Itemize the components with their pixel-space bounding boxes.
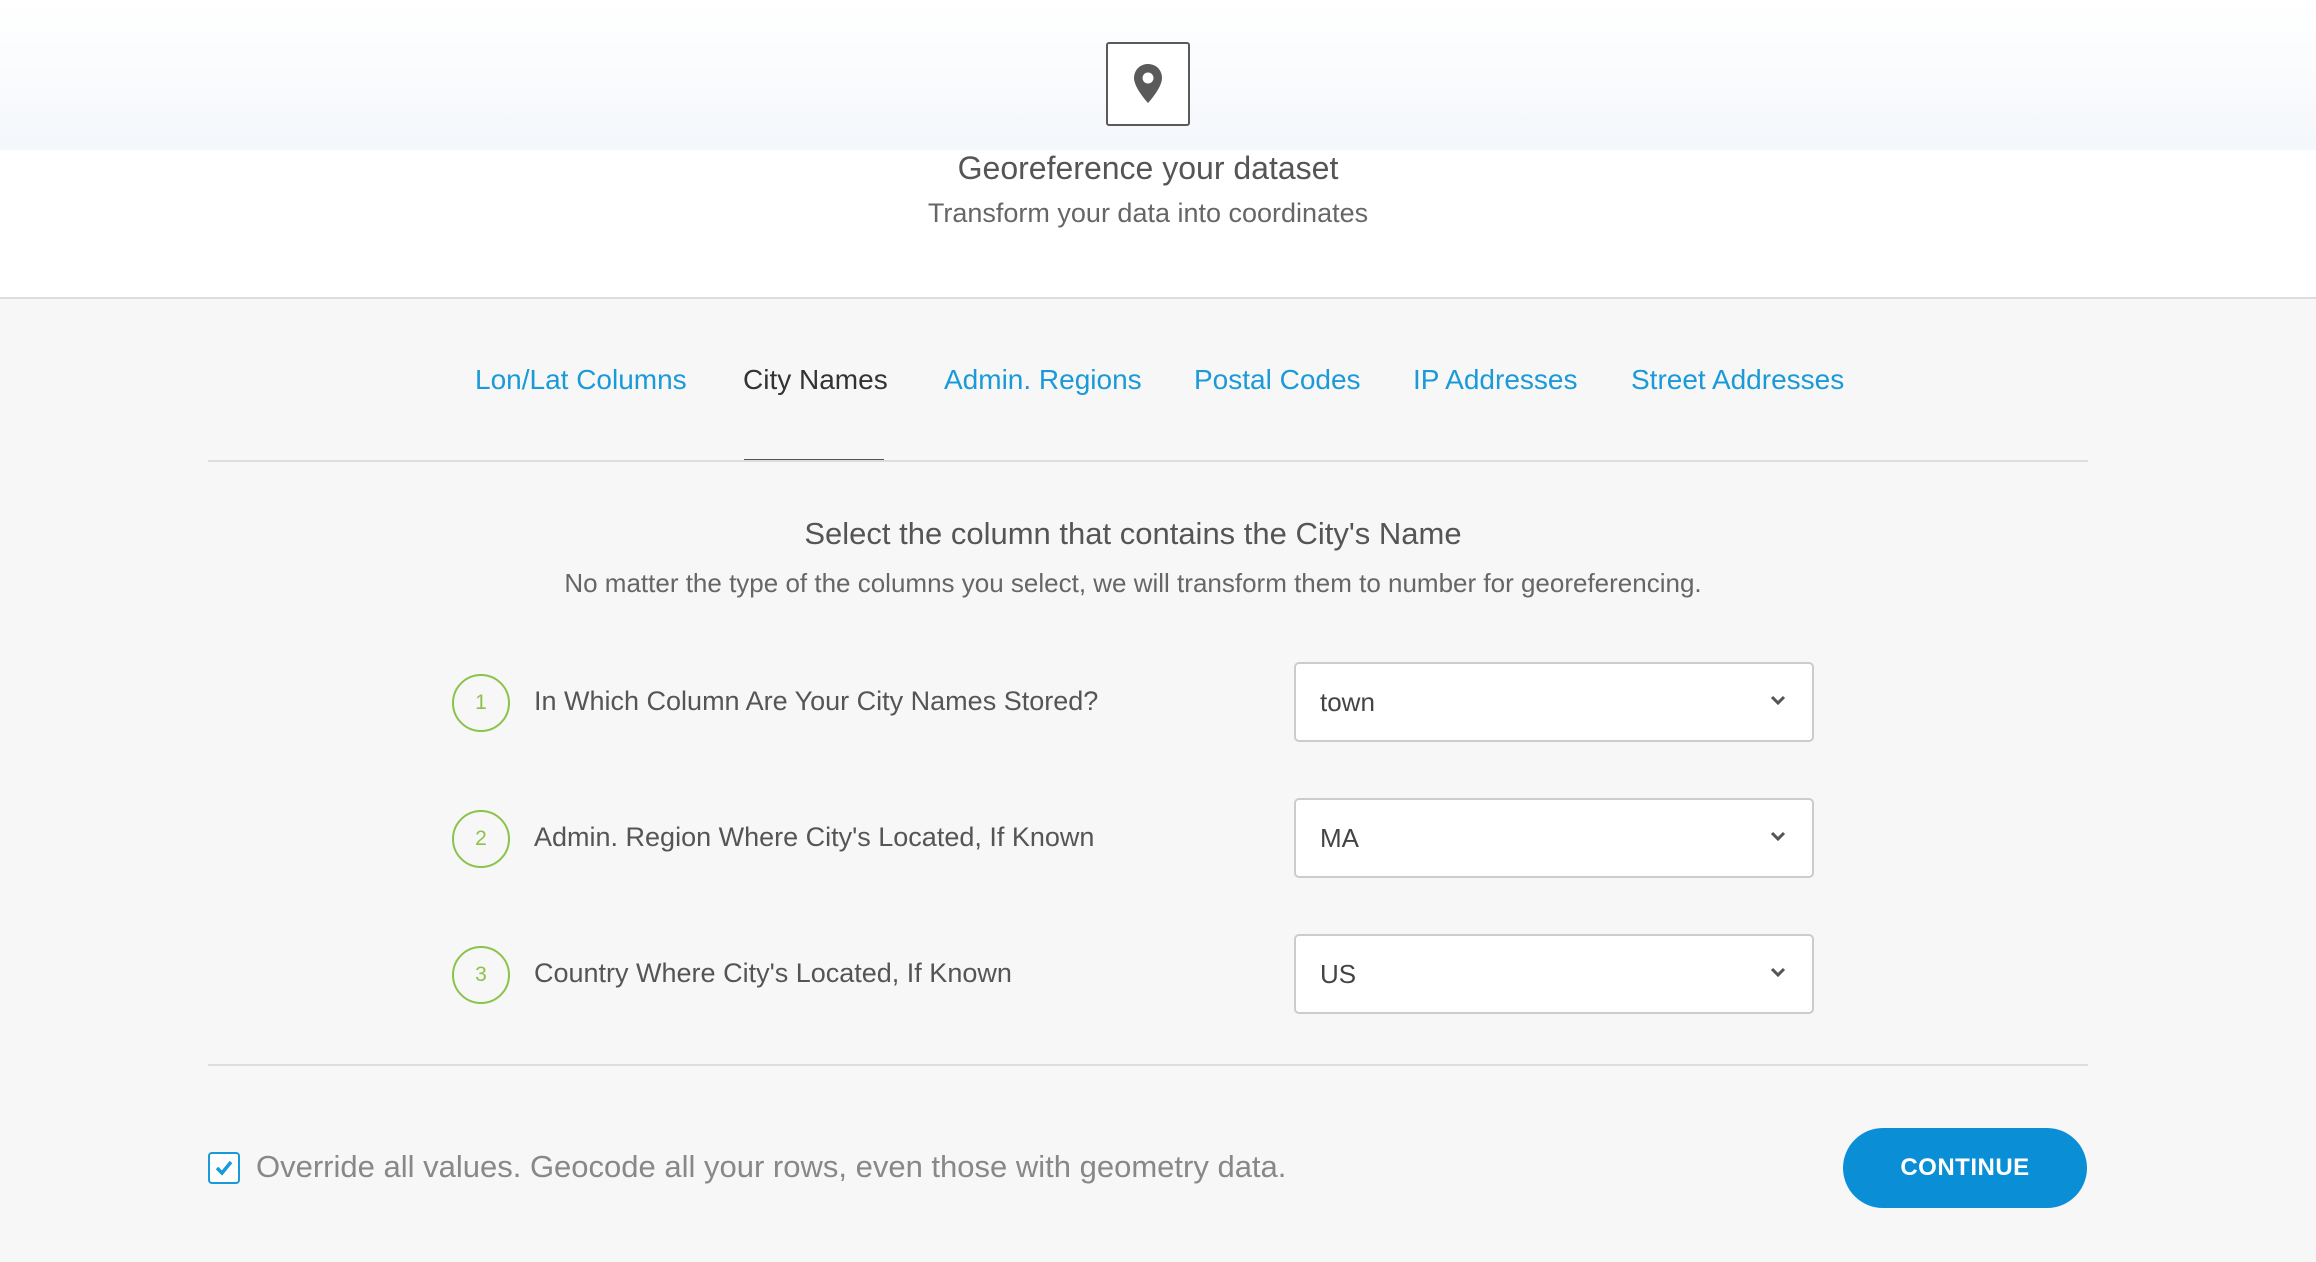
tab-postal-codes[interactable]: Postal Codes (1194, 360, 1361, 400)
section-title: Select the column that contains the City… (804, 516, 1462, 551)
tab-city-names[interactable]: City Names (743, 360, 888, 400)
header-title: Georeference your dataset (957, 150, 1339, 186)
select-value: town (1320, 687, 1375, 717)
map-pin-icon (1106, 42, 1190, 126)
city-column-select[interactable]: town (1294, 662, 1814, 742)
checkmark-icon (215, 1160, 233, 1176)
step-number: 2 (452, 810, 510, 868)
step-number: 3 (452, 946, 510, 1004)
header-subtitle: Transform your data into coordinates (927, 198, 1369, 228)
tabs-divider (208, 460, 2088, 462)
continue-button[interactable]: CONTINUE (1843, 1128, 2087, 1208)
section-subtitle: No matter the type of the columns you se… (564, 568, 1702, 598)
admin-region-select[interactable]: MA (1294, 798, 1814, 878)
tab-admin-regions[interactable]: Admin. Regions (944, 360, 1142, 400)
step-label: Country Where City's Located, If Known (534, 958, 1012, 988)
country-select[interactable]: US (1294, 934, 1814, 1014)
override-checkbox[interactable] (208, 1152, 240, 1184)
chevron-down-icon (1770, 695, 1786, 706)
tab-ip-addresses[interactable]: IP Addresses (1413, 360, 1577, 400)
tab-street-addresses[interactable]: Street Addresses (1631, 360, 1844, 400)
override-label: Override all values. Geocode all your ro… (256, 1149, 1287, 1184)
chevron-down-icon (1770, 831, 1786, 842)
tab-lon-lat-columns[interactable]: Lon/Lat Columns (475, 360, 687, 400)
step-label: In Which Column Are Your City Names Stor… (534, 686, 1099, 716)
footer-divider (208, 1064, 2088, 1066)
step-label: Admin. Region Where City's Located, If K… (534, 822, 1095, 852)
chevron-down-icon (1770, 967, 1786, 978)
modal-header: Georeference your dataset Transform your… (0, 0, 2316, 299)
step-number: 1 (452, 674, 510, 732)
select-value: US (1320, 959, 1357, 989)
select-value: MA (1320, 823, 1359, 853)
